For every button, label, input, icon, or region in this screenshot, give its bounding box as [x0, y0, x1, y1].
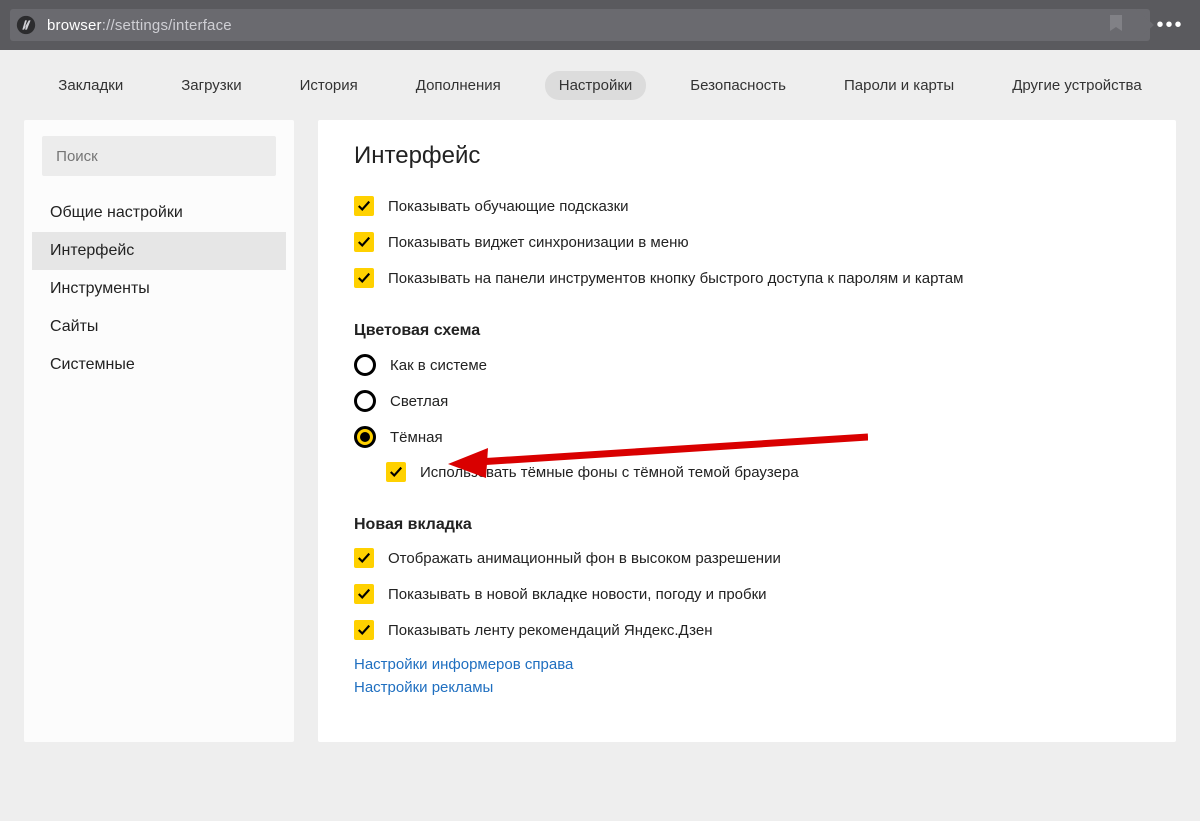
- search-input[interactable]: [42, 136, 276, 176]
- topnav-addons[interactable]: Дополнения: [402, 71, 515, 100]
- topnav-bookmarks[interactable]: Закладки: [44, 71, 137, 100]
- topnav-downloads[interactable]: Загрузки: [167, 71, 255, 100]
- checkbox-news-weather[interactable]: Показывать в новой вкладке новости, пого…: [354, 584, 1140, 604]
- checkbox-pwd-button[interactable]: Показывать на панели инструментов кнопку…: [354, 268, 1140, 288]
- color-scheme-heading: Цветовая схема: [354, 322, 1140, 340]
- new-tab-heading: Новая вкладка: [354, 516, 1140, 534]
- radio-system[interactable]: Как в системе: [354, 354, 1140, 376]
- radio-icon: [354, 354, 376, 376]
- settings-sidebar: Общие настройки Интерфейс Инструменты Са…: [24, 120, 294, 742]
- radio-light[interactable]: Светлая: [354, 390, 1140, 412]
- top-nav: Закладки Загрузки История Дополнения Нас…: [0, 50, 1200, 120]
- topnav-passwords[interactable]: Пароли и карты: [830, 71, 968, 100]
- radio-icon: [354, 390, 376, 412]
- checkbox-zen-feed[interactable]: Показывать ленту рекомендаций Яндекс.Дзе…: [354, 620, 1140, 640]
- radio-icon: [354, 426, 376, 448]
- checkbox-label: Показывать на панели инструментов кнопку…: [388, 270, 963, 287]
- link-ads[interactable]: Настройки рекламы: [354, 679, 1140, 696]
- topnav-settings[interactable]: Настройки: [545, 71, 647, 100]
- checkbox-label: Использовать тёмные фоны с тёмной темой …: [420, 464, 799, 481]
- checkbox-label: Показывать обучающие подсказки: [388, 198, 629, 215]
- radio-label: Светлая: [390, 393, 448, 410]
- topnav-security[interactable]: Безопасность: [676, 71, 800, 100]
- checkmark-icon: [354, 620, 374, 640]
- radio-label: Тёмная: [390, 429, 443, 446]
- checkbox-sync-widget[interactable]: Показывать виджет синхронизации в меню: [354, 232, 1140, 252]
- address-bar: browser://settings/interface •••: [0, 0, 1200, 50]
- radio-dark[interactable]: Тёмная: [354, 426, 1140, 448]
- topnav-devices[interactable]: Другие устройства: [998, 71, 1155, 100]
- sidebar-item-general[interactable]: Общие настройки: [32, 194, 286, 232]
- page-title: Интерфейс: [354, 142, 1140, 170]
- radio-label: Как в системе: [390, 357, 487, 374]
- sidebar-item-system[interactable]: Системные: [32, 346, 286, 384]
- checkmark-icon: [354, 268, 374, 288]
- sidebar-item-sites[interactable]: Сайты: [32, 308, 286, 346]
- address-url: browser://settings/interface: [47, 17, 232, 34]
- sidebar-item-tools[interactable]: Инструменты: [32, 270, 286, 308]
- checkbox-show-hints[interactable]: Показывать обучающие подсказки: [354, 196, 1140, 216]
- site-icon: [13, 12, 39, 38]
- address-field[interactable]: browser://settings/interface: [10, 9, 1150, 41]
- checkmark-icon: [354, 584, 374, 604]
- bookmark-icon[interactable]: [1108, 14, 1124, 36]
- checkbox-animated-bg[interactable]: Отображать анимационный фон в высоком ра…: [354, 548, 1140, 568]
- checkbox-label: Показывать в новой вкладке новости, пого…: [388, 586, 767, 603]
- menu-dots-icon[interactable]: •••: [1150, 14, 1190, 37]
- topnav-history[interactable]: История: [286, 71, 372, 100]
- sidebar-item-interface[interactable]: Интерфейс: [32, 232, 286, 270]
- checkmark-icon: [354, 232, 374, 252]
- checkbox-dark-backgrounds[interactable]: Использовать тёмные фоны с тёмной темой …: [386, 462, 1140, 482]
- checkbox-label: Отображать анимационный фон в высоком ра…: [388, 550, 781, 567]
- checkmark-icon: [354, 548, 374, 568]
- settings-content: Интерфейс Показывать обучающие подсказки…: [318, 120, 1176, 742]
- checkmark-icon: [386, 462, 406, 482]
- checkbox-label: Показывать ленту рекомендаций Яндекс.Дзе…: [388, 622, 713, 639]
- checkmark-icon: [354, 196, 374, 216]
- checkbox-label: Показывать виджет синхронизации в меню: [388, 234, 689, 251]
- link-informers[interactable]: Настройки информеров справа: [354, 656, 1140, 673]
